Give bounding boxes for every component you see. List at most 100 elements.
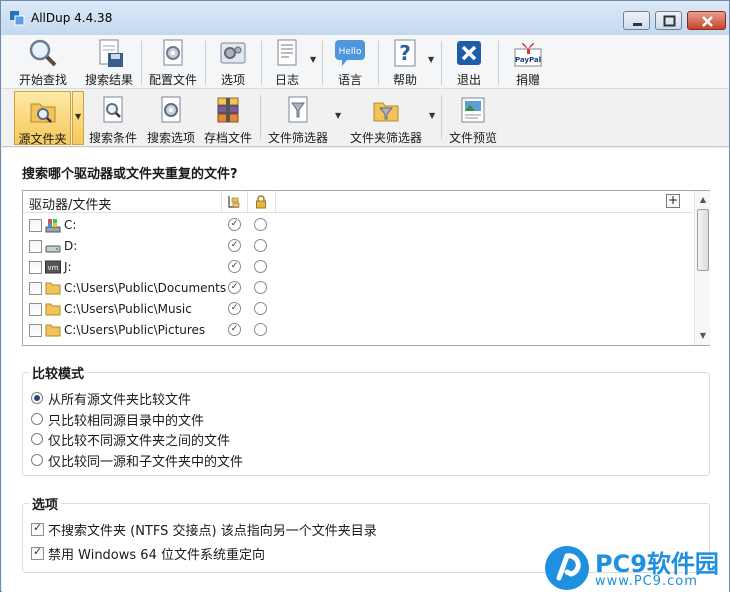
donate-button[interactable]: PayPal 捐赠 <box>506 37 550 87</box>
language-button[interactable]: Hello 语言 <box>328 37 372 87</box>
protect-folder-radio[interactable] <box>254 239 267 252</box>
folder-row[interactable]: C:\Users\Public\Music ✓ <box>23 299 693 320</box>
column-divider <box>221 191 222 213</box>
start-search-label: 开始查找 <box>18 73 67 87</box>
folder-icon <box>45 324 61 337</box>
option-checkbox[interactable] <box>31 521 44 536</box>
minimize-icon <box>633 23 642 26</box>
protect-folder-radio[interactable] <box>254 302 267 315</box>
folder-row-checkbox[interactable] <box>29 240 42 253</box>
protect-folder-radio[interactable] <box>254 281 267 294</box>
exit-button[interactable]: 退出 <box>448 37 490 87</box>
search-options-tab[interactable]: 搜索选项 <box>144 91 198 145</box>
main-toolbar: 开始查找 搜索结果 配置文件 选项 日志 ▼ Hello 语言 ? 帮助 ▼ 退… <box>2 35 729 89</box>
options-button[interactable]: 选项 <box>209 37 257 87</box>
column-divider <box>275 191 276 213</box>
folder-row-checkbox[interactable] <box>29 303 42 316</box>
protect-folder-radio[interactable] <box>254 323 267 336</box>
archive-files-label: 存档文件 <box>203 131 252 145</box>
folder-row[interactable]: vm J: ✓ <box>23 257 693 278</box>
file-preview-tab[interactable]: 文件预览 <box>445 91 501 145</box>
toolbar-separator <box>378 41 379 85</box>
add-folder-button[interactable]: + <box>666 194 680 208</box>
include-subfolders-toggle[interactable]: ✓ <box>228 260 241 273</box>
folder-row-checkbox[interactable] <box>29 219 42 232</box>
file-filter-tab[interactable]: 文件筛选器 <box>264 91 332 145</box>
compare-mode-option-label: 仅比较不同源文件夹之间的文件 <box>48 434 231 449</box>
title-bar[interactable]: AllDup 4.4.38 <box>1 1 729 35</box>
toolbar-separator <box>260 95 261 139</box>
scroll-down-arrow-icon[interactable]: ▼ <box>695 331 711 340</box>
archive-icon <box>217 97 239 123</box>
log-dropdown-arrow-icon[interactable]: ▼ <box>310 55 316 64</box>
folder-row-path: C:\Users\Public\Pictures <box>64 323 206 337</box>
hello-bubble-icon: Hello <box>335 40 365 66</box>
language-label: 语言 <box>337 73 362 87</box>
profile-file-button[interactable]: 配置文件 <box>144 37 202 87</box>
folder-list[interactable]: 驱动器/文件夹 + C: ✓ D: ✓ vm J: ✓ C:\Users\Pub… <box>22 190 710 346</box>
folder-list-scrollbar[interactable]: ▲ ▼ <box>694 191 710 345</box>
toolbar-separator <box>498 41 499 85</box>
maximize-button[interactable] <box>655 11 682 30</box>
compare-mode-radio[interactable] <box>31 392 43 404</box>
save-results-icon <box>99 39 123 67</box>
toolbar-separator <box>205 41 206 85</box>
log-button[interactable]: 日志 <box>266 37 308 87</box>
donate-label: 捐赠 <box>515 73 540 87</box>
subfolder-column-icon[interactable] <box>227 194 241 210</box>
archive-files-tab[interactable]: 存档文件 <box>201 91 255 145</box>
source-folder-dropdown[interactable]: ▼ <box>72 91 84 145</box>
option-checkbox[interactable] <box>31 545 44 560</box>
file-filter-icon <box>288 96 308 123</box>
compare-mode-option-label: 仅比较同一源和子文件夹中的文件 <box>48 455 244 470</box>
file-filter-dropdown-arrow-icon[interactable]: ▼ <box>335 111 341 120</box>
compare-mode-group: 比较模式 从所有源文件夹比较文件 只比较相同源目录中的文件 仅比较不同源文件夹之… <box>22 363 710 476</box>
folder-row-path: C:\Users\Public\Music <box>64 302 192 316</box>
folder-row-checkbox[interactable] <box>29 261 42 274</box>
compare-mode-radio[interactable] <box>31 454 43 466</box>
protect-folder-radio[interactable] <box>254 260 267 273</box>
folder-row[interactable]: C:\Users\Public\Documents ✓ <box>23 278 693 299</box>
search-results-button[interactable]: 搜索结果 <box>80 37 138 87</box>
compare-mode-title: 比较模式 <box>29 363 88 382</box>
help-button[interactable]: ? 帮助 <box>384 37 426 87</box>
close-button[interactable] <box>687 11 726 30</box>
question-heading: 搜索哪个驱动器或文件夹重复的文件? <box>22 167 238 182</box>
folder-row[interactable]: C:\Users\Public\Pictures ✓ <box>23 320 693 341</box>
folder-row[interactable]: D: ✓ <box>23 236 693 257</box>
source-folder-tab[interactable]: 源文件夹 <box>14 91 71 146</box>
include-subfolders-toggle[interactable]: ✓ <box>228 218 241 231</box>
include-subfolders-toggle[interactable]: ✓ <box>228 323 241 336</box>
start-search-button[interactable]: 开始查找 <box>12 37 74 87</box>
svg-text:?: ? <box>399 41 411 65</box>
folder-row-checkbox[interactable] <box>29 324 42 337</box>
close-icon <box>702 16 713 27</box>
include-subfolders-toggle[interactable]: ✓ <box>228 281 241 294</box>
help-label: 帮助 <box>392 73 417 87</box>
search-criteria-tab[interactable]: 搜索条件 <box>86 91 140 145</box>
settings-toolbar: 源文件夹 ▼ 搜索条件 搜索选项 存档文件 文件筛选器 ▼ 文件夹筛选器 ▼ 文… <box>2 89 729 147</box>
folder-filter-tab[interactable]: 文件夹筛选器 <box>346 91 426 145</box>
folder-row-path: D: <box>64 239 78 253</box>
compare-mode-radio[interactable] <box>31 433 43 445</box>
protect-folder-radio[interactable] <box>254 218 267 231</box>
window-title: AllDup 4.4.38 <box>31 11 113 25</box>
profile-file-icon <box>163 39 183 66</box>
column-header-folder[interactable]: 驱动器/文件夹 <box>29 194 111 213</box>
scroll-up-arrow-icon[interactable]: ▲ <box>695 195 711 204</box>
include-subfolders-toggle[interactable]: ✓ <box>228 239 241 252</box>
folder-row[interactable]: C: ✓ <box>23 215 693 236</box>
help-dropdown-arrow-icon[interactable]: ▼ <box>428 55 434 64</box>
minimize-button[interactable] <box>623 11 650 30</box>
folder-row-path: C: <box>64 218 77 232</box>
include-subfolders-toggle[interactable]: ✓ <box>228 302 241 315</box>
source-folder-icon <box>30 103 55 123</box>
toolbar-separator <box>441 41 442 85</box>
scrollbar-thumb[interactable] <box>697 209 709 271</box>
folder-row-checkbox[interactable] <box>29 282 42 295</box>
compare-mode-radio[interactable] <box>31 413 43 425</box>
lock-icon[interactable] <box>254 194 268 210</box>
search-results-label: 搜索结果 <box>84 73 133 87</box>
folder-filter-dropdown-arrow-icon[interactable]: ▼ <box>429 111 435 120</box>
options-icon <box>220 42 246 64</box>
